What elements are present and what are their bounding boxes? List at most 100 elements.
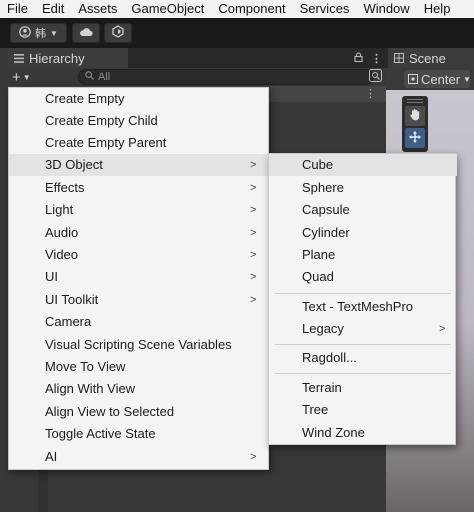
- menu-item-video[interactable]: Video >: [9, 244, 270, 266]
- cloud-button[interactable]: [72, 23, 100, 43]
- menu-item-legacy[interactable]: Legacy >: [269, 318, 457, 340]
- menu-item-label: Move To View: [45, 359, 126, 374]
- menu-component[interactable]: Component: [211, 0, 292, 18]
- menu-item-wind-zone[interactable]: Wind Zone: [269, 422, 457, 444]
- menu-item-cube[interactable]: Cube: [269, 154, 457, 176]
- lock-icon[interactable]: [354, 51, 363, 65]
- menu-item-ui-toolkit[interactable]: UI Toolkit >: [9, 289, 270, 311]
- chevron-right-icon: >: [250, 294, 257, 306]
- menu-item-label: Tree: [302, 402, 329, 417]
- menu-item-camera[interactable]: Camera: [9, 311, 270, 333]
- menu-item-sphere[interactable]: Sphere: [269, 177, 457, 199]
- menu-item-label: Plane: [302, 247, 336, 262]
- main-toolbar: 韩 ▼: [0, 18, 474, 48]
- more-options-icon[interactable]: ⋮: [371, 52, 382, 65]
- collab-button[interactable]: [104, 23, 132, 43]
- menu-item-ragdoll[interactable]: Ragdoll...: [269, 347, 457, 369]
- menu-item-label: Cylinder: [302, 225, 350, 240]
- chevron-right-icon: >: [250, 271, 257, 283]
- menu-item-3d-object[interactable]: 3D Object >: [9, 154, 270, 176]
- menu-item-capsule[interactable]: Capsule: [269, 199, 457, 221]
- menu-item-tree[interactable]: Tree: [269, 399, 457, 421]
- menu-item-effects[interactable]: Effects >: [9, 177, 270, 199]
- chevron-down-icon: ▼: [50, 28, 58, 38]
- menu-item-cylinder[interactable]: Cylinder: [269, 222, 457, 244]
- menu-item-label: Cube: [302, 157, 334, 172]
- 3d-object-submenu: Cube Sphere Capsule Cylinder Plane Quad …: [268, 153, 457, 445]
- hierarchy-search-input[interactable]: All: [78, 69, 374, 85]
- chevron-down-icon: ▼: [463, 74, 471, 84]
- cloud-icon: [79, 27, 93, 40]
- move-tool-button[interactable]: [405, 128, 425, 148]
- menu-item-label: Audio: [45, 225, 79, 240]
- menu-separator: [275, 373, 451, 374]
- menu-item-create-empty-child[interactable]: Create Empty Child: [9, 110, 270, 132]
- menu-item-label: Effects: [45, 180, 85, 195]
- tab-scene[interactable]: Scene: [388, 48, 474, 68]
- search-filter-icon[interactable]: [369, 69, 382, 85]
- collab-icon: [112, 25, 124, 41]
- menu-help[interactable]: Help: [417, 0, 458, 18]
- menu-item-align-view-to-selected[interactable]: Align View to Selected: [9, 401, 270, 423]
- chevron-right-icon: >: [250, 227, 257, 239]
- menu-item-ai[interactable]: AI >: [9, 446, 270, 468]
- account-icon: [19, 25, 31, 41]
- list-icon: [14, 51, 24, 66]
- menu-item-text-textmeshpro[interactable]: Text - TextMeshPro: [269, 296, 457, 318]
- pivot-icon: [408, 72, 418, 87]
- menu-item-toggle-active-state[interactable]: Toggle Active State: [9, 423, 270, 445]
- more-options-icon[interactable]: ⋮: [365, 86, 376, 102]
- menu-separator: [275, 344, 451, 345]
- hand-tool-button[interactable]: [405, 106, 425, 126]
- menu-item-label: Align View to Selected: [45, 404, 175, 419]
- menu-item-visual-scripting-scene-variables[interactable]: Visual Scripting Scene Variables: [9, 334, 270, 356]
- menu-item-label: Camera: [45, 314, 92, 329]
- menu-item-label: 3D Object: [45, 157, 103, 172]
- menu-window[interactable]: Window: [356, 0, 416, 18]
- menu-item-label: Text - TextMeshPro: [302, 299, 414, 314]
- menu-item-terrain[interactable]: Terrain: [269, 377, 457, 399]
- menu-item-move-to-view[interactable]: Move To View: [9, 356, 270, 378]
- menu-item-label: Align With View: [45, 381, 136, 396]
- menu-gameobject[interactable]: GameObject: [124, 0, 211, 18]
- account-dropdown[interactable]: 韩 ▼: [10, 23, 67, 43]
- menu-item-label: UI: [45, 269, 58, 284]
- scene-tab-bar: Scene: [386, 48, 474, 68]
- chevron-right-icon: >: [250, 249, 257, 261]
- chevron-right-icon: >: [250, 159, 257, 171]
- menu-item-label: UI Toolkit: [45, 292, 99, 307]
- drag-handle-icon[interactable]: [407, 99, 423, 103]
- menu-item-label: Light: [45, 202, 74, 217]
- menu-item-label: Terrain: [302, 380, 342, 395]
- menu-item-light[interactable]: Light >: [9, 199, 270, 221]
- menu-item-audio[interactable]: Audio >: [9, 222, 270, 244]
- menu-bar: File Edit Assets GameObject Component Se…: [0, 0, 474, 18]
- pivot-label: Center: [421, 71, 461, 87]
- hierarchy-toolbar: + ▼ All: [8, 68, 386, 86]
- pivot-center-dropdown[interactable]: Center ▼: [404, 70, 471, 88]
- menu-services[interactable]: Services: [293, 0, 357, 18]
- create-button[interactable]: + ▼: [12, 68, 31, 86]
- menu-item-create-empty[interactable]: Create Empty: [9, 88, 270, 110]
- menu-edit[interactable]: Edit: [35, 0, 71, 18]
- menu-item-label: Create Empty: [45, 91, 125, 106]
- menu-item-align-with-view[interactable]: Align With View: [9, 378, 270, 400]
- scene-toolbar: Center ▼: [386, 68, 474, 90]
- menu-item-label: AI: [45, 449, 58, 464]
- menu-assets[interactable]: Assets: [71, 0, 124, 18]
- scene-title: Scene: [409, 50, 446, 66]
- menu-item-label: Quad: [302, 269, 334, 284]
- plus-icon: +: [12, 68, 21, 86]
- menu-separator: [275, 293, 451, 294]
- menu-item-label: Capsule: [302, 202, 350, 217]
- menu-file[interactable]: File: [0, 0, 35, 18]
- menu-item-quad[interactable]: Quad: [269, 266, 457, 288]
- menu-item-ui[interactable]: UI >: [9, 266, 270, 288]
- menu-item-plane[interactable]: Plane: [269, 244, 457, 266]
- chevron-right-icon: >: [250, 182, 257, 194]
- grid-icon: [394, 51, 404, 66]
- tab-hierarchy[interactable]: Hierarchy: [8, 48, 128, 68]
- hierarchy-tab-bar: Hierarchy ⋮: [8, 48, 386, 68]
- menu-item-create-empty-parent[interactable]: Create Empty Parent: [9, 132, 270, 154]
- search-placeholder: All: [98, 71, 111, 83]
